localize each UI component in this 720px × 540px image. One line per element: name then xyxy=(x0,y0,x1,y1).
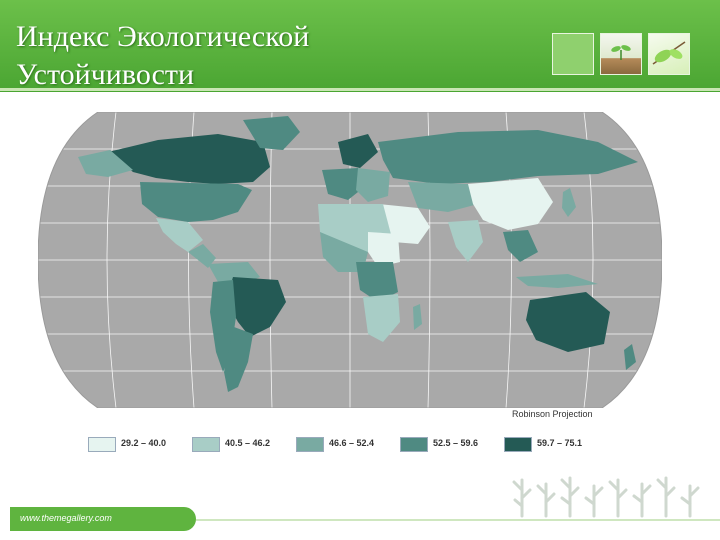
world-map xyxy=(37,111,663,409)
legend-label: 40.5 – 46.2 xyxy=(225,438,271,448)
legend-label: 29.2 – 40.0 xyxy=(121,438,167,448)
footer-url: www.themegallery.com xyxy=(20,513,112,523)
map-legend: 29.2 – 40.0 40.5 – 46.2 46.6 – 52.4 52.5… xyxy=(88,436,648,456)
world-map-svg xyxy=(37,111,663,409)
legend-swatch xyxy=(192,437,220,452)
sprout-photo-thumbnail xyxy=(600,33,642,75)
slide-title: Индекс Экологической Устойчивости xyxy=(16,20,310,91)
footer-divider xyxy=(196,519,720,521)
legend-label: 59.7 – 75.1 xyxy=(537,438,583,448)
legend-swatch xyxy=(504,437,532,452)
legend-swatch xyxy=(400,437,428,452)
leaf-icon xyxy=(652,41,686,65)
sprout-icon xyxy=(611,45,631,60)
legend-label: 52.5 – 59.6 xyxy=(433,438,479,448)
legend-swatch xyxy=(88,437,116,452)
decorative-thumbnail-green xyxy=(552,33,594,75)
projection-label: Robinson Projection xyxy=(512,409,593,419)
decorative-plants-icon xyxy=(512,476,700,518)
leaf-photo-thumbnail xyxy=(648,33,690,75)
legend-label: 46.6 – 52.4 xyxy=(329,438,375,448)
legend-swatch xyxy=(296,437,324,452)
